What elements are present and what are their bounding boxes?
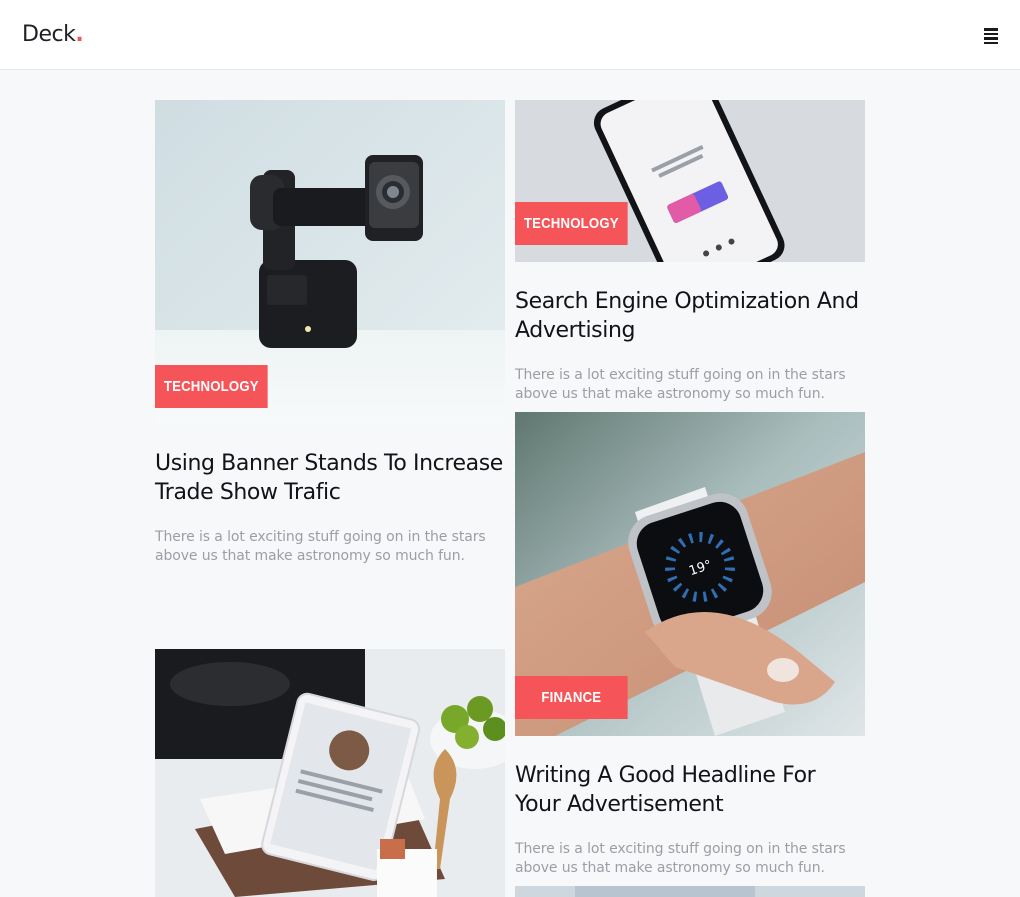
- card-excerpt: There is a lot exciting stuff going on i…: [515, 841, 846, 876]
- tablet-kitchen-photo: [155, 649, 505, 897]
- category-badge[interactable]: TECHNOLOGY: [515, 202, 628, 245]
- hamburger-menu-icon[interactable]: [984, 28, 1000, 44]
- card-image-tablet-kitchen[interactable]: [155, 649, 505, 897]
- category-badge[interactable]: FINANCE: [515, 676, 628, 719]
- card-excerpt: There is a lot exciting stuff going on i…: [155, 529, 486, 564]
- card-title[interactable]: Using Banner Stands To Increase Trade Sh…: [155, 449, 505, 507]
- card-title[interactable]: Writing A Good Headline For Your Adverti…: [515, 761, 865, 819]
- card-title[interactable]: Search Engine Optimization And Advertisi…: [515, 287, 865, 345]
- site-logo[interactable]: Deck.: [22, 20, 84, 50]
- category-badge[interactable]: TECHNOLOGY: [155, 365, 268, 408]
- logo-dot: .: [75, 22, 84, 47]
- next-card-photo: [515, 886, 865, 897]
- logo-text: Deck: [22, 22, 76, 47]
- site-header: Deck.: [0, 0, 1020, 70]
- card-excerpt: There is a lot exciting stuff going on i…: [515, 367, 846, 402]
- card-image-next[interactable]: [515, 886, 865, 897]
